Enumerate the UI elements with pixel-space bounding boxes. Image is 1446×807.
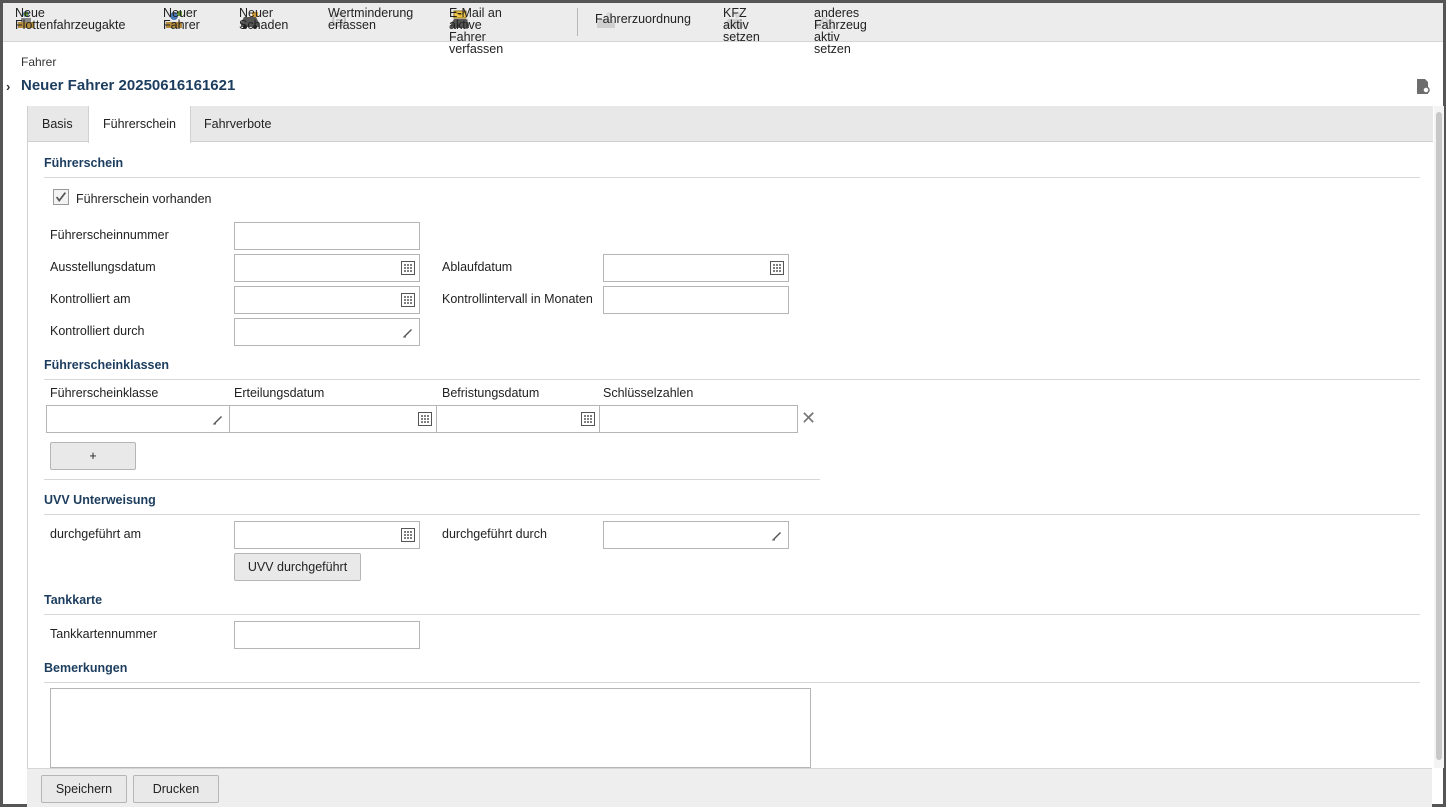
- classes-divider: [44, 479, 820, 480]
- section-divider: [44, 177, 1420, 178]
- column-issue-date: Erteilungsdatum: [234, 386, 325, 400]
- new-damage-label-2: Schaden: [239, 18, 289, 32]
- driver-assignment-button[interactable]: Fahrerzuordnung: [595, 6, 691, 38]
- column-license-class: Führerscheinklasse: [50, 386, 159, 400]
- remarks-section-title: Bemerkungen: [44, 661, 128, 675]
- limit-date-input[interactable]: [436, 405, 600, 433]
- email-drivers-label-1: E-Mail an aktive: [449, 6, 502, 32]
- toolbar-separator: [577, 8, 578, 36]
- uvv-done-by-label: durchgeführt durch: [442, 527, 547, 541]
- key-numbers-input[interactable]: [599, 405, 798, 433]
- other-vehicle-label-2: aktiv setzen: [814, 30, 851, 56]
- pencil-icon[interactable]: [770, 528, 784, 542]
- fuel-card-number-label: Tankkartennummer: [50, 627, 157, 641]
- checked-by-label: Kontrolliert durch: [50, 324, 145, 338]
- depreciation-label-2: erfassen: [328, 18, 376, 32]
- tab-fuehrerschein[interactable]: Führerschein: [88, 106, 191, 143]
- uvv-done-on-label: durchgeführt am: [50, 527, 142, 541]
- add-class-button[interactable]: +: [50, 442, 136, 470]
- has-license-checkbox[interactable]: [53, 189, 69, 205]
- depreciation-button[interactable]: Wertminderung erfassen: [328, 6, 413, 38]
- save-button[interactable]: Speichern: [41, 775, 127, 803]
- check-interval-input[interactable]: [603, 286, 789, 314]
- section-divider: [44, 682, 1420, 683]
- uvv-done-on-input[interactable]: [234, 521, 420, 549]
- fuel-card-section-title: Tankkarte: [44, 593, 103, 607]
- section-divider: [44, 514, 1420, 515]
- calendar-icon[interactable]: [401, 528, 415, 542]
- calendar-icon[interactable]: [418, 412, 432, 426]
- expiry-date-input[interactable]: [603, 254, 789, 282]
- expiry-date-label: Ablaufdatum: [442, 260, 513, 274]
- toolbar: Neue Flottenfahrzeugakte Neuer Fahrer Neue…: [3, 3, 1443, 56]
- footer-bar: Speichern Drucken: [27, 768, 1432, 807]
- remarks-textarea[interactable]: [50, 688, 811, 768]
- other-vehicle-label-1: anderes Fahrzeug: [814, 6, 867, 32]
- tab-fahrverbote[interactable]: Fahrverbote: [190, 106, 285, 142]
- pencil-icon[interactable]: [401, 325, 415, 339]
- app-window: Neue Flottenfahrzeugakte Neuer Fahrer Neue…: [0, 0, 1446, 807]
- fuel-card-number-input[interactable]: [234, 621, 420, 649]
- checked-by-input[interactable]: [234, 318, 420, 346]
- tab-basis[interactable]: Basis: [28, 106, 87, 142]
- new-fleet-file-button[interactable]: Neue Flottenfahrzeugakte: [15, 6, 126, 38]
- uvv-section-title: UVV Unterweisung: [44, 493, 156, 507]
- license-section-title: Führerschein: [44, 156, 124, 170]
- classes-section-title: Führerscheinklassen: [44, 358, 170, 372]
- remove-row-icon[interactable]: ✕: [801, 408, 816, 429]
- column-key-numbers: Schlüsselzahlen: [603, 386, 694, 400]
- check-interval-label: Kontrollintervall in Monaten: [442, 292, 593, 306]
- has-license-label: Führerschein vorhanden: [76, 192, 212, 206]
- email-drivers-button[interactable]: E-Mail an aktive Fahrer verfassen: [449, 6, 503, 56]
- chevron-right-icon[interactable]: ›: [6, 79, 10, 94]
- section-divider: [44, 614, 1420, 615]
- license-class-input[interactable]: [46, 405, 230, 433]
- new-fleet-file-label-2: Flottenfahrzeugakte: [15, 18, 126, 32]
- calendar-icon[interactable]: [401, 293, 415, 307]
- new-driver-button[interactable]: Neuer Fahrer: [163, 6, 200, 38]
- grant-date-input[interactable]: [229, 405, 437, 433]
- vertical-scrollbar[interactable]: [1434, 106, 1444, 768]
- pencil-icon[interactable]: [211, 412, 225, 426]
- new-driver-label-2: Fahrer: [163, 18, 200, 32]
- checkmark-icon: [55, 192, 67, 202]
- column-expiry-date: Befristungsdatum: [442, 386, 540, 400]
- license-number-input[interactable]: [234, 222, 420, 250]
- other-vehicle-active-button[interactable]: anderes Fahrzeug aktiv setzen: [814, 6, 867, 56]
- scrollbar-thumb[interactable]: [1436, 112, 1442, 760]
- calendar-icon[interactable]: [401, 261, 415, 275]
- vehicle-active-button[interactable]: KFZ aktiv setzen: [723, 6, 760, 44]
- license-number-label: Führerscheinnummer: [50, 228, 169, 242]
- driver-assignment-label: Fahrerzuordnung: [595, 12, 691, 26]
- vehicle-active-label-1: KFZ aktiv: [723, 6, 749, 32]
- issue-date-input[interactable]: [234, 254, 420, 282]
- tab-bar: Basis Führerschein Fahrverbote: [28, 106, 1433, 143]
- breadcrumb[interactable]: Fahrer: [21, 55, 56, 69]
- calendar-icon[interactable]: [770, 261, 784, 275]
- new-damage-button[interactable]: Neuer Schaden: [239, 6, 288, 38]
- section-divider: [44, 379, 1420, 380]
- issue-date-label: Ausstellungsdatum: [50, 260, 156, 274]
- main-panel: Basis Führerschein Fahrverbote Führersch…: [27, 106, 1433, 806]
- checked-on-input[interactable]: [234, 286, 420, 314]
- page-title: Neuer Fahrer 20250616161621: [21, 77, 236, 94]
- document-settings-icon[interactable]: [1415, 78, 1431, 95]
- uvv-done-button[interactable]: UVV durchgeführt: [234, 553, 361, 581]
- checked-on-label: Kontrolliert am: [50, 292, 131, 306]
- calendar-icon[interactable]: [581, 412, 595, 426]
- uvv-done-by-input[interactable]: [603, 521, 789, 549]
- print-button[interactable]: Drucken: [133, 775, 219, 803]
- vehicle-active-label-2: setzen: [723, 30, 760, 44]
- email-drivers-label-2: Fahrer verfassen: [449, 30, 504, 56]
